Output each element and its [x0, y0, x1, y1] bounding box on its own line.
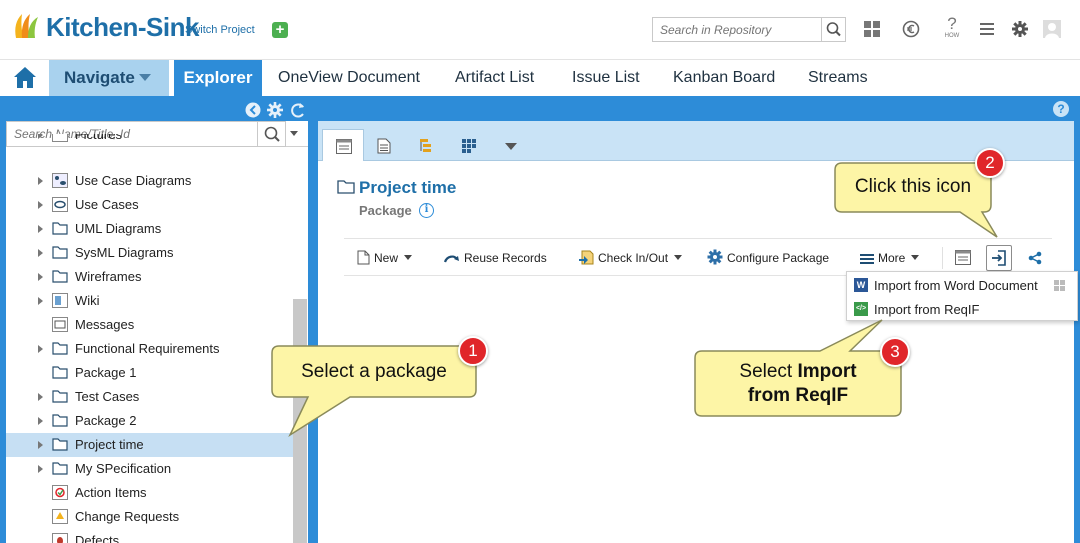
- callout-number-3: 3: [880, 337, 910, 367]
- callout-text-3-prefix: Select: [739, 361, 798, 382]
- callout-text-3-bold-line2: from ReqIF: [747, 385, 849, 406]
- callout-shapes: [271, 162, 998, 438]
- callout-text-3: Select Import from ReqIF: [695, 360, 901, 408]
- callout-text-3-bold: Import: [797, 361, 857, 382]
- callout-bubble-1: [271, 345, 477, 438]
- callout-text-2: Click this icon: [854, 176, 972, 197]
- callout-number-2: 2: [975, 148, 1005, 178]
- callout-text-1: Select a package: [301, 361, 447, 382]
- callout-bubble-2: [834, 162, 998, 238]
- callout-number-1: 1: [458, 336, 488, 366]
